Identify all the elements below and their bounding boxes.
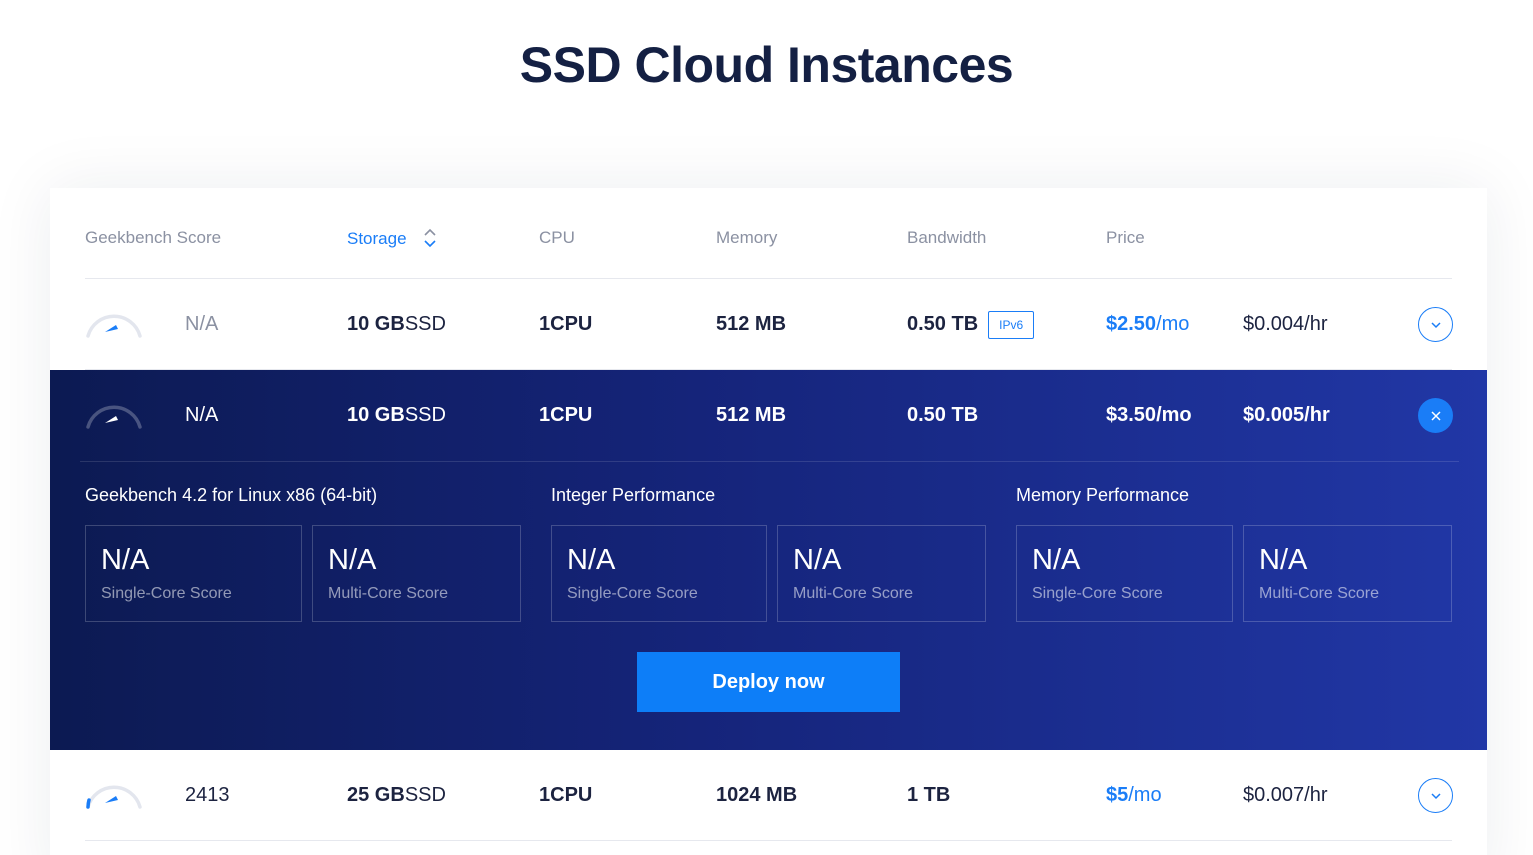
header-storage-label: Storage: [347, 229, 407, 248]
hourly-price: $0.007/hr: [1243, 784, 1328, 806]
score-card: N/A Multi-Core Score: [1243, 525, 1452, 622]
cpu-cell: 1 CPU: [539, 370, 592, 461]
score-value: N/A: [1259, 544, 1308, 576]
storage-cell: 25 GB SSD: [347, 750, 446, 841]
hourly-price: $0.005/hr: [1243, 404, 1330, 426]
close-icon: [1430, 410, 1441, 421]
table-row[interactable]: 2413 25 GB SSD 1 CPU 1024 MB 1 TB $5/mo …: [50, 750, 1487, 841]
row-divider: [85, 840, 1452, 841]
price-cell: $5/mo: [1106, 750, 1162, 841]
geekbench-score: N/A: [185, 313, 219, 335]
table-row-expanded[interactable]: N/A 10 GB SSD 1 CPU 512 MB 0.50 TB $3.50…: [50, 370, 1487, 461]
speedometer-icon: [86, 785, 142, 809]
price-amount: $3.50: [1106, 404, 1157, 426]
storage-value: 25 GB: [347, 784, 405, 806]
memory-cell: 512 MB: [716, 404, 787, 426]
cpu-cell: 1 CPU: [539, 279, 592, 370]
score-card: N/A Multi-Core Score: [312, 525, 521, 622]
collapse-button[interactable]: [1418, 398, 1453, 433]
bandwidth-cell: 1 TB: [907, 784, 951, 806]
score-value: N/A: [793, 544, 842, 576]
score-value: N/A: [1032, 544, 1081, 576]
score-label: Single-Core Score: [1032, 585, 1163, 602]
score-card: N/A Single-Core Score: [1016, 525, 1233, 622]
cpu-unit: CPU: [550, 404, 593, 426]
geekbench-score: 2413: [185, 784, 230, 806]
storage-cell: 10 GB SSD: [347, 370, 446, 461]
panel-divider: [80, 461, 1459, 462]
ipv6-badge: IPv6: [988, 310, 1035, 339]
table-header: Geekbench Score Storage CPU Memory Bandw…: [85, 188, 1452, 279]
storage-cell: 10 GB SSD: [347, 279, 446, 370]
cpu-value: 1: [539, 313, 551, 335]
price-period: /mo: [1156, 404, 1192, 426]
header-storage[interactable]: Storage: [347, 228, 437, 249]
speedometer-icon: [86, 314, 142, 338]
storage-value: 10 GB: [347, 404, 405, 426]
score-card: N/A Single-Core Score: [85, 525, 302, 622]
storage-unit: SSD: [404, 784, 446, 806]
sort-updown-icon[interactable]: [423, 228, 437, 248]
score-label: Single-Core Score: [567, 585, 698, 602]
cpu-cell: 1 CPU: [539, 750, 592, 841]
cpu-unit: CPU: [550, 313, 593, 335]
storage-unit: SSD: [404, 313, 446, 335]
speedometer-icon: [86, 405, 142, 429]
price-period: /mo: [1128, 784, 1162, 806]
score-label: Multi-Core Score: [328, 585, 449, 602]
score-card: N/A Single-Core Score: [551, 525, 767, 622]
bandwidth-cell: 0.50 TB IPv6: [907, 279, 1035, 370]
bandwidth-value: 0.50 TB: [907, 313, 979, 335]
price-period: /mo: [1156, 313, 1190, 335]
hourly-price: $0.004/hr: [1243, 313, 1328, 335]
group-title-geekbench: Geekbench 4.2 for Linux x86 (64-bit): [85, 485, 378, 505]
header-bandwidth[interactable]: Bandwidth: [907, 228, 986, 248]
geekbench-score: N/A: [185, 404, 219, 426]
group-title-memory: Memory Performance: [1016, 485, 1190, 505]
pricing-table: Geekbench Score Storage CPU Memory Bandw…: [50, 188, 1487, 855]
page-title: SSD Cloud Instances: [519, 37, 1014, 93]
storage-value: 10 GB: [347, 313, 405, 335]
bandwidth-cell: 0.50 TB: [907, 404, 979, 426]
chevron-down-icon: [1430, 792, 1441, 799]
cpu-unit: CPU: [550, 784, 593, 806]
score-value: N/A: [101, 544, 150, 576]
price-amount: $2.50: [1106, 313, 1157, 335]
cpu-value: 1: [539, 404, 551, 426]
price-cell: $3.50/mo: [1106, 370, 1192, 461]
expand-button[interactable]: [1418, 778, 1453, 813]
header-cpu[interactable]: CPU: [539, 228, 575, 248]
score-value: N/A: [328, 544, 377, 576]
storage-unit: SSD: [404, 404, 446, 426]
score-value: N/A: [567, 544, 616, 576]
price-cell: $2.50/mo: [1106, 279, 1189, 370]
expand-button[interactable]: [1418, 307, 1453, 342]
table-row[interactable]: N/A 10 GB SSD 1 CPU 512 MB 0.50 TB IPv6 …: [50, 279, 1487, 370]
score-card: N/A Multi-Core Score: [777, 525, 986, 622]
header-geekbench[interactable]: Geekbench Score: [85, 228, 221, 248]
score-label: Multi-Core Score: [793, 585, 914, 602]
memory-cell: 512 MB: [716, 313, 787, 335]
header-memory[interactable]: Memory: [716, 228, 777, 248]
score-label: Single-Core Score: [101, 585, 232, 602]
group-title-integer: Integer Performance: [551, 485, 716, 505]
header-price[interactable]: Price: [1106, 228, 1145, 248]
cpu-value: 1: [539, 784, 551, 806]
chevron-down-icon: [1430, 321, 1441, 328]
score-label: Multi-Core Score: [1259, 585, 1380, 602]
price-amount: $5: [1106, 784, 1129, 806]
deploy-now-button[interactable]: Deploy now: [637, 652, 900, 712]
memory-cell: 1024 MB: [716, 784, 798, 806]
